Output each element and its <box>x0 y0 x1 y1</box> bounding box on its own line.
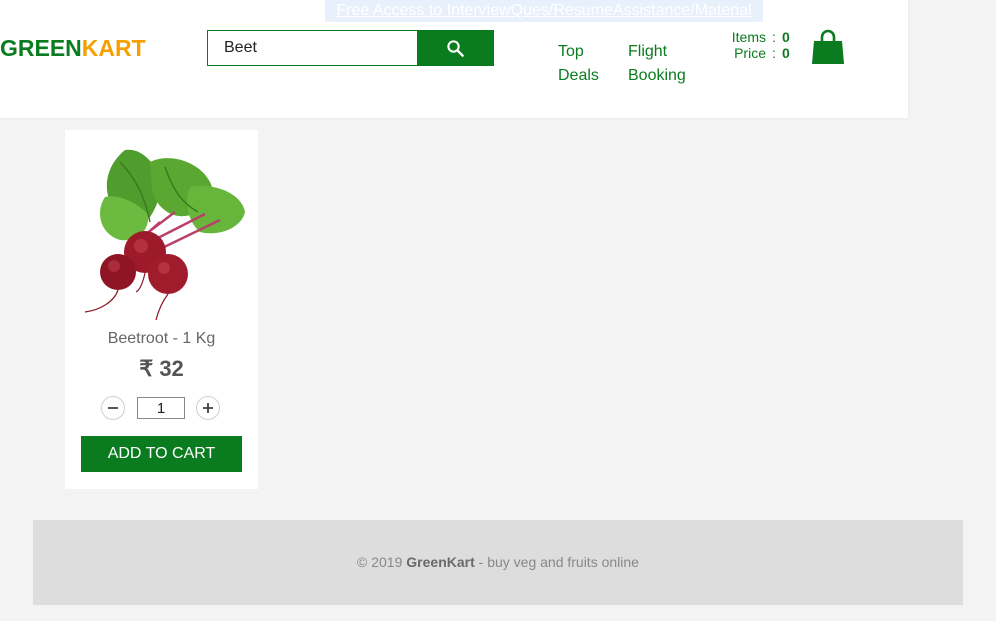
footer-brand: GreenKart <box>406 554 475 570</box>
nav-top-deals[interactable]: Top Deals <box>558 40 608 88</box>
cart-items-separator: : <box>772 29 776 45</box>
minus-icon <box>108 407 118 409</box>
cart-price-separator: : <box>772 45 776 61</box>
cart-items-count: 0 <box>782 29 790 45</box>
brand-logo: GREENKART <box>0 35 146 62</box>
brand-logo-kart: KART <box>81 35 146 61</box>
quantity-increment-button[interactable] <box>196 396 220 420</box>
product-name: Beetroot - 1 Kg <box>107 330 216 347</box>
search-input[interactable] <box>207 30 418 66</box>
cart-price-value: 0 <box>782 45 790 61</box>
quantity-input[interactable] <box>137 397 185 419</box>
cart-price-label: Price <box>734 45 766 61</box>
plus-icon <box>203 403 213 413</box>
product-price: ₹ 32 <box>139 356 184 381</box>
header: Free Access to InterviewQues/ResumeAssis… <box>0 0 908 118</box>
search-button[interactable] <box>417 30 494 66</box>
product-card: Beetroot - 1 Kg ₹ 32 ADD TO CART <box>65 130 258 489</box>
cart-items-label: Items <box>731 29 766 45</box>
footer: © 2019 GreenKart - buy veg and fruits on… <box>33 520 963 605</box>
brand-logo-green: GREEN <box>0 35 82 61</box>
nav-flight-booking[interactable]: Flight Booking <box>628 40 698 88</box>
add-to-cart-button[interactable]: ADD TO CART <box>81 436 242 472</box>
quantity-decrement-button[interactable] <box>101 396 125 420</box>
footer-copyright: © 2019 <box>357 554 407 570</box>
shopping-bag-icon[interactable] <box>811 29 845 65</box>
cart-summary: Items : 0 Price : 0 <box>700 29 794 61</box>
search-icon <box>447 39 464 57</box>
promo-link[interactable]: Free Access to InterviewQues/ResumeAssis… <box>325 0 763 22</box>
product-image <box>84 149 245 320</box>
footer-tagline: - buy veg and fruits online <box>474 554 639 570</box>
